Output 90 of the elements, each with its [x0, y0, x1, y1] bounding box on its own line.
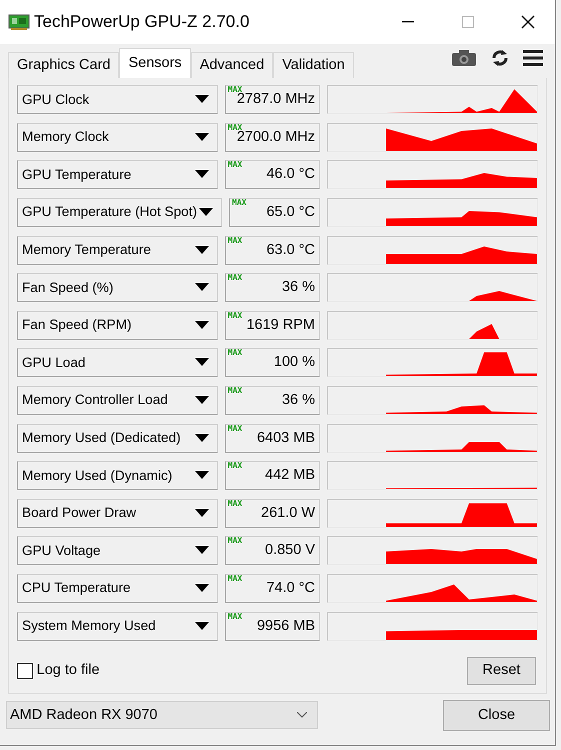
sensor-dropdown[interactable]: GPU Temperature (Hot Spot) [17, 198, 222, 228]
sensor-value: 442 MB [265, 467, 315, 484]
minimize-icon[interactable] [402, 21, 414, 23]
max-label: MAX [228, 536, 242, 546]
sensor-value: 0.850 V [265, 542, 315, 558]
sensor-name: Fan Speed (%) [22, 278, 114, 297]
caret-icon [194, 508, 209, 517]
caret-icon [194, 170, 209, 178]
log-to-file-checkbox[interactable] [17, 662, 33, 679]
sensor-name: Memory Clock [22, 128, 109, 146]
sensor-value: 9956 MB [256, 618, 315, 634]
sensor-name: GPU Voltage [22, 542, 101, 560]
max-label: MAX [228, 273, 242, 284]
caret-icon [199, 208, 214, 216]
sensor-dropdown[interactable]: CPU Temperature [17, 574, 218, 604]
sensor-name: System Memory Used [22, 616, 156, 635]
max-label: MAX [228, 612, 242, 622]
max-label: MAX [228, 310, 242, 321]
caret-icon [194, 320, 209, 329]
sensor-dropdown[interactable]: Memory Controller Load [17, 386, 218, 416]
caret-icon [194, 358, 209, 366]
sensor-value: 2787.0 MHz [236, 91, 315, 108]
sensor-dropdown[interactable]: Board Power Draw [17, 498, 218, 528]
close-button[interactable]: Close [443, 700, 550, 731]
gpu-select[interactable]: AMD Radeon RX 9070 [6, 701, 318, 730]
app-icon [8, 13, 30, 31]
sensor-name: Board Power Draw [22, 504, 136, 522]
sensor-dropdown[interactable]: GPU Voltage [17, 536, 218, 566]
tab[interactable]: Graphics Card [8, 52, 120, 78]
sensor-name: Memory Used (Dynamic) [22, 466, 172, 485]
max-label: MAX [228, 461, 242, 472]
sensor-value: 63.0 °C [266, 242, 315, 258]
sensor-value: 100 % [274, 354, 315, 370]
sensor-dropdown[interactable]: GPU Clock [17, 85, 218, 114]
max-label: MAX [228, 424, 242, 434]
caret-icon [194, 95, 209, 104]
sensor-dropdown[interactable]: GPU Temperature [17, 160, 218, 190]
sensor-dropdown[interactable]: Memory Used (Dynamic) [17, 461, 218, 490]
sensor-dropdown[interactable]: Fan Speed (%) [17, 273, 218, 302]
tab[interactable]: Validation [273, 52, 354, 78]
max-label: MAX [228, 236, 242, 246]
max-label: MAX [228, 348, 242, 358]
sensor-dropdown[interactable]: System Memory Used [17, 612, 218, 641]
caret-icon [194, 584, 209, 592]
sensor-name: Memory Used (Dedicated) [22, 428, 181, 447]
sensor-value: 1619 RPM [246, 316, 315, 333]
caret-icon [194, 434, 209, 442]
sensor-value: 36 % [282, 279, 315, 296]
tab[interactable]: Advanced [190, 52, 274, 78]
caret-icon [194, 246, 209, 254]
sensor-name: CPU Temperature [22, 579, 131, 598]
sensor-dropdown[interactable]: Fan Speed (RPM) [17, 310, 218, 340]
max-label: MAX [228, 160, 242, 170]
sensor-name: GPU Temperature (Hot Spot) [22, 203, 198, 222]
sensor-value: 46.0 °C [266, 166, 315, 182]
caret-icon [194, 622, 209, 630]
sensor-name: GPU Clock [22, 90, 90, 109]
reset-button[interactable]: Reset [467, 656, 536, 685]
close-icon[interactable] [521, 15, 535, 29]
sensor-dropdown[interactable]: Memory Temperature [17, 236, 218, 265]
max-label: MAX [228, 498, 242, 509]
chevron-icon [297, 712, 307, 718]
sensor-value: 65.0 °C [266, 204, 315, 220]
sensor-name: Fan Speed (RPM) [22, 316, 132, 334]
sensor-name: Memory Temperature [22, 240, 151, 259]
sensor-value: 74.0 °C [266, 580, 315, 596]
sensor-dropdown[interactable]: Memory Used (Dedicated) [17, 424, 218, 453]
max-label: MAX [232, 198, 246, 208]
camera-icon[interactable] [452, 50, 476, 66]
refresh-icon[interactable] [490, 49, 508, 67]
caret-icon [194, 132, 209, 141]
sensor-dropdown[interactable]: Memory Clock [17, 122, 218, 152]
sensor-name: GPU Load [22, 354, 86, 372]
sensor-name: Memory Controller Load [22, 391, 168, 410]
caret-icon [194, 396, 209, 404]
sensor-value: 6403 MB [256, 430, 315, 446]
caret-icon [194, 471, 209, 480]
sensor-value: 261.0 W [261, 504, 315, 521]
sensor-dropdown[interactable]: GPU Load [17, 348, 218, 378]
sensor-name: GPU Temperature [22, 166, 132, 184]
checkbox-label: Log to file [36, 661, 100, 680]
menu-icon[interactable] [523, 50, 543, 66]
caret-icon [194, 546, 209, 554]
tab[interactable]: Sensors [119, 48, 191, 78]
max-label: MAX [228, 574, 242, 584]
sensor-value: 36 % [282, 392, 315, 408]
caret-icon [194, 283, 209, 292]
window-title: TechPowerUp GPU-Z 2.70.0 [34, 11, 250, 34]
max-label: MAX [228, 386, 242, 396]
gpu-select-value: AMD Radeon RX 9070 [10, 706, 158, 725]
